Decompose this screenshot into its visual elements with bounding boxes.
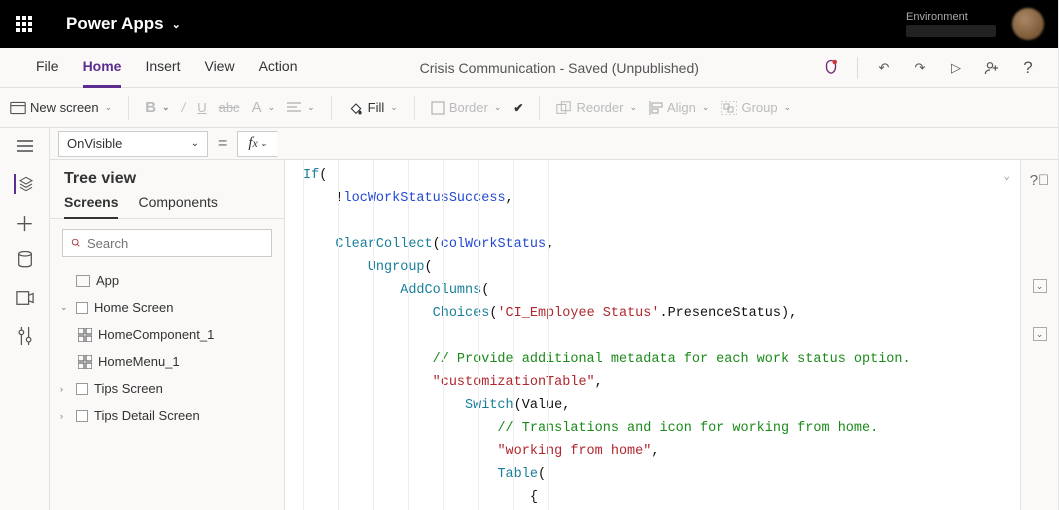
menu-file[interactable]: File	[36, 58, 59, 78]
tree-label: HomeMenu_1	[98, 354, 180, 369]
italic-button[interactable]: /	[182, 100, 186, 115]
strikethrough-button[interactable]: abc	[219, 100, 240, 115]
underline-button[interactable]: U	[197, 100, 206, 115]
environment-label: Environment	[906, 11, 996, 24]
reorder-label: Reorder	[576, 100, 623, 115]
component-icon	[78, 355, 92, 369]
group-button[interactable]: Group⌄	[721, 100, 791, 115]
redo-icon[interactable]: ↷	[910, 58, 930, 78]
menu-action[interactable]: Action	[259, 58, 298, 78]
formula-editor[interactable]: ⌄ If( !locWorkStatusSuccess, ClearCollec…	[285, 160, 1020, 510]
fx-button[interactable]: fx⌄	[237, 131, 277, 157]
tree-view-icon[interactable]	[14, 174, 34, 194]
tree-item-app[interactable]: App	[50, 267, 284, 294]
app-title[interactable]: Power Apps ⌄	[48, 14, 181, 34]
tab-screens[interactable]: Screens	[64, 194, 118, 218]
component-icon	[78, 328, 92, 342]
equals-sign: =	[208, 135, 237, 153]
tree-search[interactable]	[62, 229, 272, 257]
menu-home[interactable]: Home	[83, 58, 122, 78]
waffle-icon[interactable]	[0, 0, 48, 48]
menu-view[interactable]: View	[204, 58, 234, 78]
align-text-button[interactable]: ⌄	[287, 102, 315, 114]
app-icon	[76, 275, 90, 287]
align-label: Align	[667, 100, 696, 115]
properties-help-icon[interactable]: ?⃝	[1030, 172, 1050, 189]
tree-label: Tips Screen	[94, 381, 163, 396]
property-name: OnVisible	[67, 136, 122, 151]
app-checker-icon[interactable]	[821, 58, 841, 78]
hamburger-icon[interactable]	[15, 136, 35, 156]
screen-icon	[76, 383, 88, 395]
tree-item-tips-screen[interactable]: › Tips Screen	[50, 375, 284, 402]
expand-icon[interactable]: ›	[60, 384, 70, 394]
main-menu: File Home Insert View Action	[0, 58, 298, 78]
tree-item-home-menu[interactable]: HomeMenu_1	[50, 348, 284, 375]
chevron-down-icon: ⌄	[191, 138, 199, 149]
tree-label: Tips Detail Screen	[94, 408, 200, 423]
app-name: Power Apps	[66, 14, 164, 34]
play-icon[interactable]: ▷	[946, 58, 966, 78]
formula-expand-icon[interactable]: ⌄	[1003, 166, 1010, 189]
menu-insert[interactable]: Insert	[145, 58, 180, 78]
new-screen-label: New screen	[30, 100, 99, 115]
tree-label: App	[96, 273, 119, 288]
border-label: Border	[449, 100, 488, 115]
data-icon[interactable]	[15, 250, 35, 270]
chevron-down-icon: ⌄	[105, 102, 113, 113]
share-icon[interactable]	[982, 58, 1002, 78]
document-status: Crisis Communication - Saved (Unpublishe…	[298, 60, 822, 76]
tree-item-home-component[interactable]: HomeComponent_1	[50, 321, 284, 348]
font-color-button[interactable]: A⌄	[252, 99, 276, 116]
property-selector[interactable]: OnVisible ⌄	[58, 131, 208, 157]
collapse-icon[interactable]: ⌄	[60, 302, 70, 313]
media-icon[interactable]	[15, 288, 35, 308]
code-content: If( !locWorkStatusSuccess, ClearCollect(…	[285, 160, 1020, 510]
expand-icon[interactable]: ›	[60, 411, 70, 421]
tree-label: Home Screen	[94, 300, 173, 315]
screen-icon	[76, 410, 88, 422]
bold-button[interactable]: B ⌄	[145, 99, 169, 116]
fill-button[interactable]: Fill⌄	[348, 100, 398, 116]
search-icon	[71, 236, 81, 250]
undo-icon[interactable]: ↶	[874, 58, 894, 78]
new-screen-button[interactable]: New screen ⌄	[10, 100, 112, 115]
group-label: Group	[741, 100, 777, 115]
chevron-down-icon: ⌄	[172, 18, 181, 31]
expand-toolbar-button[interactable]: ✔	[513, 101, 523, 115]
reorder-button[interactable]: Reorder⌄	[556, 100, 637, 115]
search-input[interactable]	[87, 236, 263, 251]
tab-components[interactable]: Components	[138, 194, 217, 218]
environment-picker[interactable]: Environment	[906, 11, 1012, 36]
tree-label: HomeComponent_1	[98, 327, 214, 342]
fill-label: Fill	[368, 100, 385, 115]
right-panel-dropdown[interactable]: ⌄	[1033, 327, 1047, 341]
tree-item-home-screen[interactable]: ⌄ Home Screen	[50, 294, 284, 321]
border-button[interactable]: Border⌄	[431, 100, 502, 115]
tree-item-tips-detail-screen[interactable]: › Tips Detail Screen	[50, 402, 284, 429]
align-button[interactable]: Align⌄	[649, 100, 709, 115]
avatar[interactable]	[1012, 8, 1044, 40]
environment-value-redacted	[906, 25, 996, 37]
right-panel-dropdown[interactable]: ⌄	[1033, 279, 1047, 293]
help-icon[interactable]: ?	[1018, 58, 1038, 78]
advanced-tools-icon[interactable]	[15, 326, 35, 346]
screen-icon	[76, 302, 88, 314]
insert-icon[interactable]: ＋	[15, 212, 35, 232]
tree-view-title: Tree view	[50, 160, 284, 194]
